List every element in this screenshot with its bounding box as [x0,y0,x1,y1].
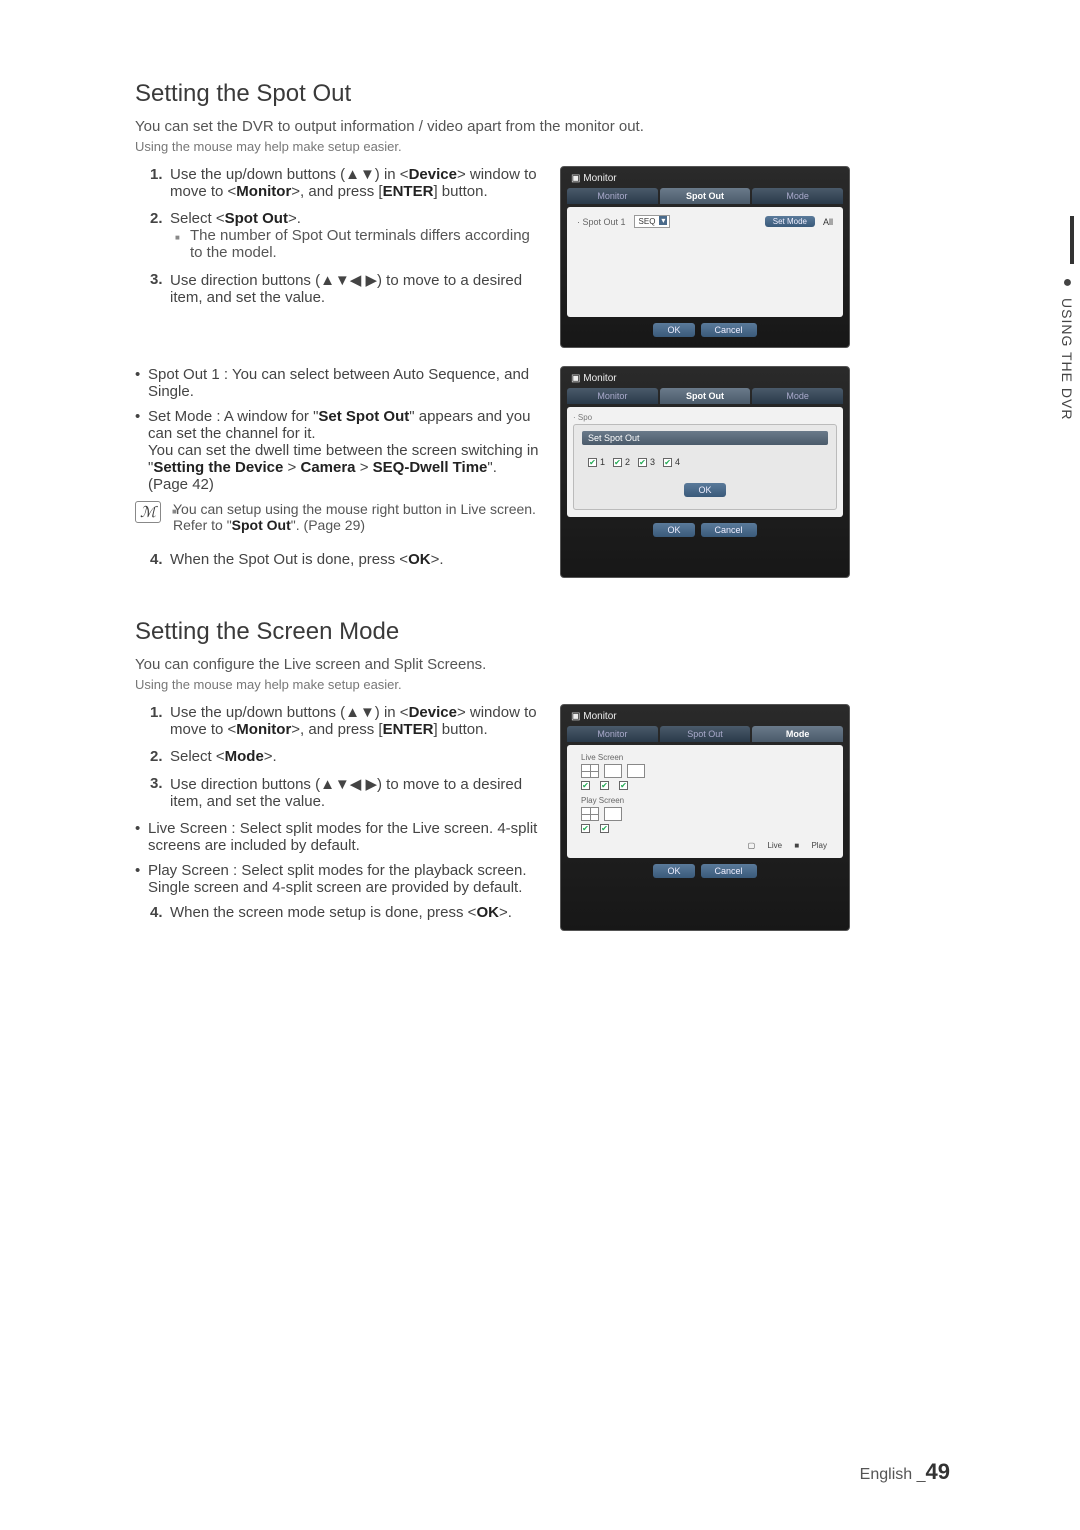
s2-bullet1: Live Screen : Select split modes for the… [135,820,540,854]
section2-sub: Using the mouse may help make setup easi… [135,677,945,692]
s1-bullet1: Spot Out 1 : You can select between Auto… [135,366,540,400]
setmode-button[interactable]: Set Mode [765,216,815,227]
chk-4[interactable]: ✔4 [663,457,680,467]
inner-ok-button[interactable]: OK [684,483,725,497]
tab-spotout[interactable]: Spot Out [660,388,751,404]
live-chk-1[interactable]: ✔ [581,781,590,790]
play-icon-1[interactable] [581,807,599,821]
s1-bullet2: Set Mode : A window for "Set Spot Out" a… [135,408,540,493]
section2-title: Setting the Screen Mode [135,618,945,646]
tab-monitor[interactable]: Monitor [567,726,658,742]
note-row: ℳ You can setup using the mouse right bu… [135,501,540,541]
all-label: All [823,217,833,227]
s1-step1: 1. Use the up/down buttons (▲▼) in <Devi… [150,166,540,200]
s2-step4: 4. When the screen mode setup is done, p… [150,904,540,921]
note-icon: ℳ [135,501,161,523]
section1-intro: You can set the DVR to output informatio… [135,118,945,135]
section2-intro: You can configure the Live screen and Sp… [135,656,945,673]
s2-step3: 3. Use direction buttons (▲▼◀ ▶) to move… [150,775,540,810]
chk-3[interactable]: ✔3 [638,457,655,467]
spo-label: · Spo [573,413,837,422]
s2-step2: 2. Select <Mode>. [150,748,540,765]
play-chk-2[interactable]: ✔ [600,824,609,833]
s1-step2: 2. Select <Spot Out>. The number of Spot… [150,210,540,261]
live-chk-3[interactable]: ✔ [619,781,628,790]
chk-2[interactable]: ✔2 [613,457,630,467]
legend: ▢ Live ■ Play [577,841,833,850]
tab-spotout[interactable]: Spot Out [660,188,751,204]
cancel-button[interactable]: Cancel [701,523,757,537]
dvr1-title: ▣ [571,173,583,184]
live-icon-1[interactable] [581,764,599,778]
play-label: Play Screen [577,796,833,805]
s2-bullet2: Play Screen : Select split modes for the… [135,862,540,896]
tab-mode[interactable]: Mode [752,388,843,404]
s2-step1: 1. Use the up/down buttons (▲▼) in <Devi… [150,704,540,738]
tab-mode[interactable]: Mode [752,726,843,742]
chk-1[interactable]: ✔1 [588,457,605,467]
ok-button[interactable]: OK [653,523,694,537]
cancel-button[interactable]: Cancel [701,323,757,337]
tab-spotout[interactable]: Spot Out [660,726,751,742]
s1-step3: 3. Use direction buttons (▲▼◀ ▶) to move… [150,271,540,306]
tab-monitor[interactable]: Monitor [567,188,658,204]
dvr-screenshot-spotout: ▣ Monitor Monitor Spot Out Mode · Spot O… [560,166,850,348]
live-icon-3[interactable] [627,764,645,778]
setspotout-title: Set Spot Out [582,431,828,445]
section1-sub: Using the mouse may help make setup easi… [135,139,945,154]
s1-step4: 4. When the Spot Out is done, press <OK>… [150,551,540,568]
live-label: Live Screen [577,753,833,762]
play-chk-1[interactable]: ✔ [581,824,590,833]
live-icon-2[interactable] [604,764,622,778]
side-tab-dot: ● [1058,274,1076,292]
section1-title: Setting the Spot Out [135,80,945,108]
dvr-screenshot-setspotout: ▣ Monitor Monitor Spot Out Mode · Spo Se… [560,366,850,578]
cancel-button[interactable]: Cancel [701,864,757,878]
play-icon-2[interactable] [604,807,622,821]
dvr-screenshot-mode: ▣ Monitor Monitor Spot Out Mode Live Scr… [560,704,850,931]
ok-button[interactable]: OK [653,864,694,878]
spotout1-label: · Spot Out 1 [577,217,626,227]
tab-mode[interactable]: Mode [752,188,843,204]
seq-dropdown[interactable]: SEQ [634,215,671,228]
side-tab: ● USING THE DVR [1054,268,1080,426]
side-tab-text: USING THE DVR [1059,298,1075,420]
footer: English _49 [860,1459,950,1485]
live-chk-2[interactable]: ✔ [600,781,609,790]
ok-button[interactable]: OK [653,323,694,337]
tab-monitor[interactable]: Monitor [567,388,658,404]
s1-step2-sub: The number of Spot Out terminals differs… [170,227,540,261]
